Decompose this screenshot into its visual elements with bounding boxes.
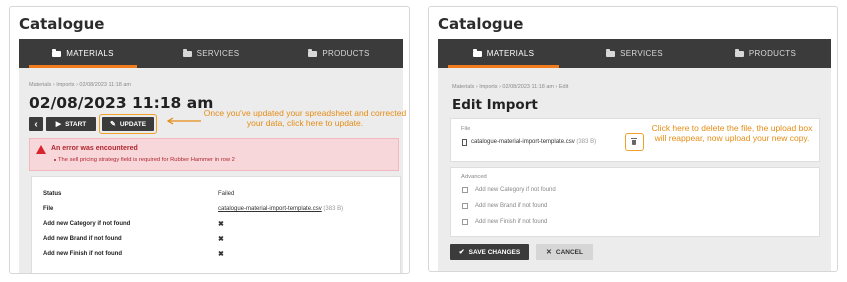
file-label: File: [461, 126, 471, 132]
save-changes-button[interactable]: ✔ SAVE CHANGES: [450, 244, 529, 260]
import-heading: 02/08/2023 11:18 am: [29, 94, 214, 112]
back-button[interactable]: ‹: [29, 117, 43, 131]
category-checkbox[interactable]: [462, 187, 468, 193]
folder-icon: [182, 48, 192, 57]
tab-services[interactable]: SERVICES: [147, 39, 275, 68]
tab-label: SERVICES: [196, 49, 240, 58]
folder-icon: [472, 48, 482, 57]
breadcrumb[interactable]: Materials › Imports › 02/08/2023 11:18 a…: [452, 84, 568, 90]
close-icon: ✕: [546, 249, 552, 256]
content-panel: Materials › Imports › 02/08/2023 11:18 a…: [438, 68, 831, 271]
tab-label: MATERIALS: [486, 49, 535, 58]
detail-label: Add new Brand if not found: [43, 236, 122, 242]
advanced-section: Advanced Add new Category if not found A…: [450, 167, 820, 237]
page-title: Catalogue: [19, 15, 105, 33]
file-section: File catalogue-material-import-template.…: [450, 118, 820, 162]
finish-checkbox[interactable]: [462, 219, 468, 225]
detail-label: Add new Finish if not found: [43, 251, 122, 257]
tab-products[interactable]: PRODUCTS: [700, 39, 831, 68]
warning-icon: [36, 145, 46, 154]
delete-annotation: Click here to delete the file, the uploa…: [651, 123, 813, 143]
folder-icon: [606, 48, 616, 57]
tab-label: PRODUCTS: [748, 49, 797, 58]
tab-services[interactable]: SERVICES: [569, 39, 700, 68]
start-button[interactable]: ▶ START: [46, 117, 96, 131]
tab-label: MATERIALS: [66, 49, 114, 58]
tab-products[interactable]: PRODUCTS: [275, 39, 403, 68]
cancel-button[interactable]: ✕ CANCEL: [536, 244, 593, 260]
checkbox-label: Add new Category if not found: [475, 187, 556, 193]
trash-icon: [631, 138, 637, 145]
cancel-label: CANCEL: [555, 248, 583, 256]
arrow-pointer: [166, 117, 201, 125]
advanced-label: Advanced: [461, 174, 487, 180]
file-link[interactable]: catalogue-material-import-template.csv: [218, 206, 322, 212]
tab-label: SERVICES: [620, 49, 663, 58]
tab-bar: MATERIALS SERVICES PRODUCTS: [19, 39, 403, 68]
breadcrumb[interactable]: Materials › Imports › 02/08/2023 11:18 a…: [29, 82, 131, 88]
play-icon: ▶: [55, 121, 62, 128]
checkbox-label: Add new Finish if not found: [475, 219, 548, 225]
file-name: catalogue-material-import-template.csv (…: [471, 139, 596, 145]
folder-icon: [308, 48, 318, 57]
content-panel: Materials › Imports › 02/08/2023 11:18 a…: [19, 68, 406, 273]
status-value: Failed: [218, 191, 235, 197]
tab-bar: MATERIALS SERVICES PRODUCTS: [438, 39, 831, 68]
bullet: [54, 159, 56, 161]
tab-materials[interactable]: MATERIALS: [438, 39, 569, 68]
alert-message: The sell pricing strategy field is requi…: [58, 157, 235, 163]
page-title: Catalogue: [438, 15, 524, 33]
catalogue-import-edit-card: Catalogue MATERIALS SERVICES PRODUCTS Ma…: [428, 6, 838, 272]
update-button[interactable]: ✎ UPDATE: [102, 117, 154, 131]
cross-icon: ✖: [218, 251, 224, 258]
checkbox-label: Add new Brand if not found: [475, 203, 548, 209]
import-details: Status Failed File catalogue-material-im…: [31, 176, 401, 273]
file-name-text: catalogue-material-import-template.csv: [471, 139, 575, 145]
brand-checkbox[interactable]: [462, 203, 468, 209]
update-label: UPDATE: [119, 120, 147, 128]
delete-file-button[interactable]: [627, 135, 642, 149]
cross-icon: ✖: [218, 236, 224, 243]
update-annotation: Once you've updated your spreadsheet and…: [203, 108, 407, 128]
catalogue-import-view-card: Catalogue MATERIALS SERVICES PRODUCTS Ma…: [9, 6, 410, 274]
cross-icon: ✖: [218, 221, 224, 228]
file-value: catalogue-material-import-template.csv (…: [218, 206, 343, 212]
file-icon: [462, 139, 467, 146]
save-label: SAVE CHANGES: [468, 248, 521, 256]
tab-materials[interactable]: MATERIALS: [19, 39, 147, 68]
edit-heading: Edit Import: [452, 97, 538, 113]
error-alert: An error was encountered The sell pricin…: [29, 138, 399, 171]
tab-label: PRODUCTS: [322, 49, 370, 58]
file-size: (383 B): [576, 139, 597, 145]
check-icon: ✔: [458, 249, 465, 256]
folder-icon: [52, 48, 62, 57]
alert-title: An error was encountered: [51, 145, 138, 152]
chevron-left-icon: ‹: [34, 118, 38, 130]
detail-label: Status: [43, 191, 62, 197]
folder-icon: [734, 48, 744, 57]
start-label: START: [65, 120, 87, 128]
pencil-icon: ✎: [109, 121, 116, 128]
detail-label: Add new Category if not found: [43, 221, 131, 227]
file-size: (383 B): [323, 206, 344, 212]
detail-label: File: [43, 206, 54, 212]
